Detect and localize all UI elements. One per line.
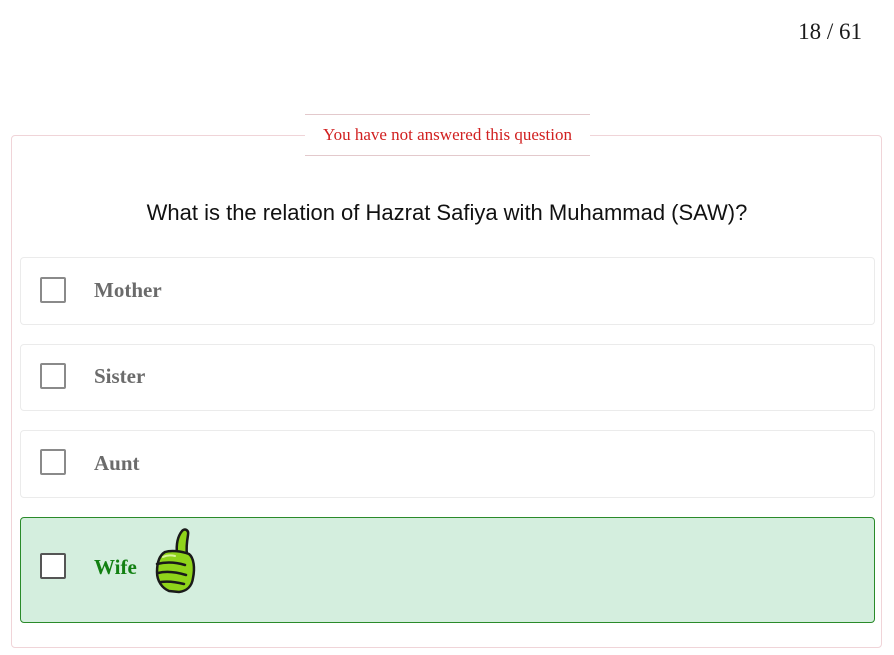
answer-status-banner: You have not answered this question [305, 114, 590, 156]
thumbs-up-icon [155, 528, 196, 594]
option-checkbox[interactable] [40, 363, 66, 389]
option-sister[interactable]: Sister [20, 344, 875, 411]
option-aunt[interactable]: Aunt [20, 430, 875, 498]
option-mother[interactable]: Mother [20, 257, 875, 325]
option-label: Sister [94, 364, 146, 388]
option-checkbox[interactable] [40, 277, 66, 303]
option-label: Mother [94, 278, 162, 302]
question-text: What is the relation of Hazrat Safiya wi… [146, 200, 748, 225]
option-label: Aunt [94, 451, 140, 475]
option-checkbox[interactable] [40, 449, 66, 475]
question-counter: 18 / 61 [798, 19, 862, 44]
option-label: Wife [94, 555, 137, 579]
option-checkbox[interactable] [40, 553, 66, 579]
option-wife[interactable]: Wife [20, 517, 875, 623]
